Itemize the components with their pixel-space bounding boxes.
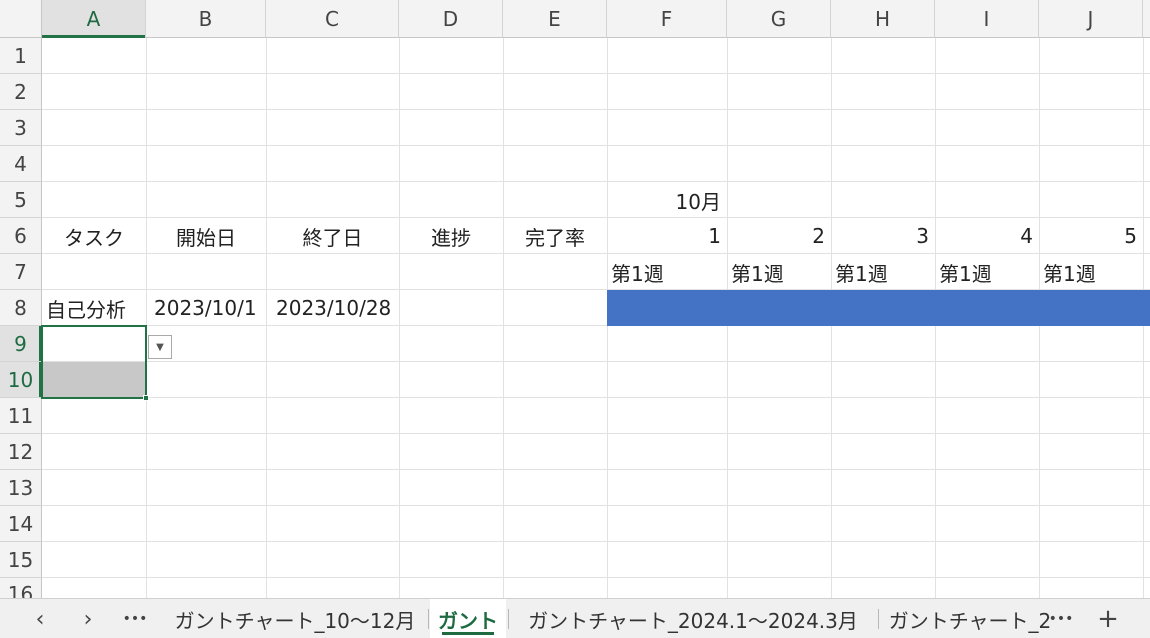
cell-a8[interactable]: 自己分析 (42, 290, 146, 326)
cell-b6[interactable]: 開始日 (146, 218, 266, 254)
cell-d6[interactable]: 進捗 (399, 218, 503, 254)
row-header-2[interactable]: 2 (0, 74, 42, 110)
sheet-tab-label: ガント (438, 608, 498, 633)
gridline (42, 181, 1150, 182)
column-header-j[interactable]: J (1039, 0, 1143, 38)
column-header-g[interactable]: G (727, 0, 831, 38)
row-header-14[interactable]: 14 (0, 506, 42, 542)
gridline (42, 361, 1150, 362)
gridline (42, 397, 1150, 398)
row-header-6[interactable]: 6 (0, 218, 42, 254)
row-header-15[interactable]: 15 (0, 542, 42, 578)
active-cell-selection[interactable] (41, 325, 147, 399)
tab-separator (878, 609, 879, 629)
column-header-b[interactable]: B (146, 0, 266, 38)
gridline (42, 433, 1150, 434)
prev-sheet-icon[interactable]: ‹ (24, 599, 56, 638)
sheet-tab-label: ガントチャート_2024.1～2024.3月 (528, 608, 858, 633)
next-sheet-icon[interactable]: › (72, 599, 104, 638)
gridline (42, 577, 1150, 578)
gridline (42, 541, 1150, 542)
sheet-tab-label: ガントチャート_2 (888, 608, 1052, 633)
more-sheets-left-icon[interactable]: ••• (118, 599, 152, 638)
tab-separator (508, 609, 509, 629)
sheet-tab-gantt-2024[interactable]: ガントチャート_2024.1～2024.3月 (512, 599, 874, 638)
column-header-d[interactable]: D (399, 0, 503, 38)
cell-b8[interactable]: 2023/10/1 (146, 290, 266, 326)
column-header-k[interactable] (1143, 0, 1150, 38)
cell-g6[interactable]: 2 (727, 218, 831, 254)
row-header-8[interactable]: 8 (0, 290, 42, 326)
cell-c8[interactable]: 2023/10/28 (266, 290, 399, 326)
row-header-1[interactable]: 1 (0, 38, 42, 74)
row-header-3[interactable]: 3 (0, 110, 42, 146)
cell-i7[interactable]: 第1週 (935, 254, 1039, 290)
dropdown-arrow-icon[interactable]: ▼ (148, 335, 172, 359)
cell-h6[interactable]: 3 (831, 218, 935, 254)
row-header-9[interactable]: 9 (0, 326, 42, 362)
column-header-f[interactable]: F (607, 0, 727, 38)
sheet-tab-gantt[interactable]: ガント (430, 599, 506, 638)
column-header-h[interactable]: H (831, 0, 935, 38)
gridline (42, 469, 1150, 470)
cell-h7[interactable]: 第1週 (831, 254, 935, 290)
cell-a6[interactable]: タスク (42, 218, 146, 254)
cell-g7[interactable]: 第1週 (727, 254, 831, 290)
row-header-5[interactable]: 5 (0, 182, 42, 218)
row-header-4[interactable]: 4 (0, 146, 42, 182)
column-header-a[interactable]: A (42, 0, 146, 38)
sheet-tab-bar: ‹ › ••• ガントチャート_10～12月 ガント ガントチャート_2024.… (0, 598, 1150, 638)
active-tab-underline (442, 632, 494, 635)
row-header-7[interactable]: 7 (0, 254, 42, 290)
cell-c6[interactable]: 終了日 (266, 218, 399, 254)
row-header-16[interactable]: 16 (0, 578, 42, 598)
add-sheet-icon[interactable]: + (1094, 599, 1122, 638)
column-header-c[interactable]: C (266, 0, 399, 38)
fill-handle[interactable] (143, 395, 149, 401)
cell-f6[interactable]: 1 (607, 218, 727, 254)
cell-e6[interactable]: 完了率 (503, 218, 607, 254)
gridline (42, 109, 1150, 110)
sheet-tab-gantt-oct-dec[interactable]: ガントチャート_10～12月 (170, 599, 420, 638)
sheet-tab-label: ガントチャート_10～12月 (174, 608, 416, 633)
cell-f7[interactable]: 第1週 (607, 254, 727, 290)
cell-f5[interactable]: 10月 (607, 182, 727, 218)
gridline (399, 38, 400, 598)
gridline (503, 38, 504, 598)
sheet-tab-gantt-2[interactable]: ガントチャート_2 (888, 599, 1052, 638)
more-sheets-right-icon[interactable]: ••• (1046, 599, 1076, 638)
gantt-bar[interactable] (607, 290, 1150, 326)
spreadsheet-grid[interactable]: A B C D E F G H I J 1 2 3 4 5 6 7 8 9 10… (0, 0, 1150, 598)
gridline (42, 73, 1150, 74)
select-all-corner[interactable] (0, 0, 42, 38)
gridline (42, 145, 1150, 146)
row-header-10[interactable]: 10 (0, 362, 42, 398)
row-header-13[interactable]: 13 (0, 470, 42, 506)
column-header-i[interactable]: I (935, 0, 1039, 38)
cell-j6[interactable]: 5 (1039, 218, 1143, 254)
gridline (42, 505, 1150, 506)
cell-i6[interactable]: 4 (935, 218, 1039, 254)
row-header-11[interactable]: 11 (0, 398, 42, 434)
tab-separator (428, 609, 429, 629)
cell-j7[interactable]: 第1週 (1039, 254, 1143, 290)
column-header-e[interactable]: E (503, 0, 607, 38)
row-header-12[interactable]: 12 (0, 434, 42, 470)
